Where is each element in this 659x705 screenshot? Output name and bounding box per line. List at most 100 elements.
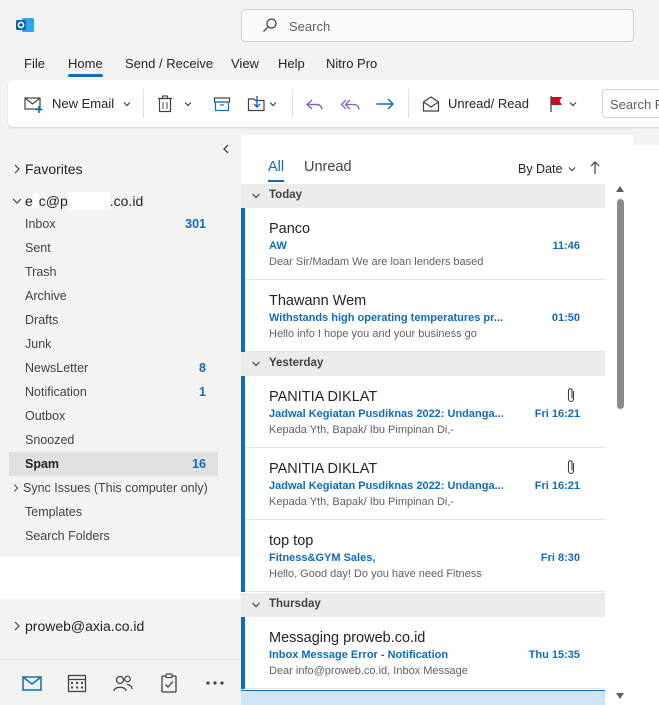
folder-templates[interactable]: Templates bbox=[9, 500, 218, 524]
folder-name: Sync Issues (This computer only) bbox=[23, 481, 208, 495]
message-item[interactable]: Messaging proweb.co.id Inbox Message Err… bbox=[241, 617, 605, 689]
message-list-scrollbar[interactable] bbox=[614, 185, 626, 705]
archive-icon bbox=[213, 96, 231, 111]
new-email-button[interactable]: New Email bbox=[24, 80, 132, 127]
ribbon-search-input[interactable]: Search P bbox=[602, 89, 659, 118]
reply-button[interactable] bbox=[305, 80, 325, 127]
tab-help[interactable]: Help bbox=[278, 56, 305, 71]
unread-count: 301 bbox=[185, 217, 206, 231]
folder-spam[interactable]: Spam 16 bbox=[9, 452, 218, 476]
tab-send-receive[interactable]: Send / Receive bbox=[125, 56, 213, 71]
folder-outbox[interactable]: Outbox bbox=[9, 404, 218, 428]
reply-all-icon bbox=[340, 99, 360, 110]
chevron-down-icon bbox=[252, 602, 260, 608]
title-bar: Search bbox=[0, 0, 659, 50]
group-header-yesterday[interactable]: Yesterday bbox=[241, 352, 605, 376]
tab-home[interactable]: Home bbox=[68, 56, 103, 77]
unread-count: 16 bbox=[192, 457, 206, 471]
chevron-down-icon[interactable] bbox=[268, 99, 278, 109]
folder-name: Archive bbox=[25, 289, 67, 303]
outlook-logo-icon[interactable] bbox=[16, 16, 34, 34]
message-subject: AW bbox=[269, 240, 287, 252]
folder-sync-issues[interactable]: Sync Issues (This computer only) bbox=[11, 481, 208, 495]
message-preview: Hello info I hope you and your business … bbox=[269, 328, 477, 340]
message-preview: Hello, Good day! Do you have need Fitnes… bbox=[269, 568, 482, 580]
chevron-down-icon[interactable] bbox=[568, 99, 578, 109]
message-item[interactable]: PANITIA DIKLAT Jadwal Kegiatan Pusdiknas… bbox=[241, 376, 605, 448]
people-icon[interactable] bbox=[112, 672, 134, 694]
archive-button[interactable] bbox=[213, 80, 231, 127]
folder-search-folders[interactable]: Search Folders bbox=[9, 524, 218, 548]
chevron-right-icon bbox=[14, 164, 20, 174]
move-button[interactable] bbox=[247, 80, 278, 127]
flag-button[interactable] bbox=[549, 80, 578, 127]
folder-pane: Favorites e c@p .co.id Inbox 301 Sent Trash… bbox=[0, 135, 240, 705]
message-item[interactable]: Panco AW 11:46 Dear Sir/Madam We are loa… bbox=[241, 208, 605, 280]
filter-unread-tab[interactable]: Unread bbox=[304, 159, 352, 175]
move-icon bbox=[247, 95, 265, 111]
message-subject: Jadwal Kegiatan Pusdiknas 2022: Undanga.… bbox=[269, 480, 504, 492]
delete-button[interactable] bbox=[156, 80, 193, 127]
folder-junk[interactable]: Junk bbox=[9, 332, 218, 356]
folder-snoozed[interactable]: Snoozed bbox=[9, 428, 218, 452]
message-list-pane: All Unread By Date Today Panco AW 11:46 … bbox=[241, 135, 633, 705]
message-sender: Messaging proweb.co.id bbox=[269, 630, 426, 646]
chevron-right-icon bbox=[13, 484, 19, 492]
reply-all-button[interactable] bbox=[340, 80, 362, 127]
account-header[interactable]: e c@p .co.id bbox=[11, 192, 143, 210]
group-header-today[interactable]: Today bbox=[241, 184, 605, 208]
redacted-block bbox=[67, 192, 110, 210]
scroll-thumb[interactable] bbox=[617, 199, 624, 409]
forward-button[interactable] bbox=[375, 80, 395, 127]
account-header-proweb[interactable]: proweb@axia.co.id bbox=[11, 618, 144, 634]
unread-indicator bbox=[241, 520, 245, 592]
folder-sent[interactable]: Sent bbox=[9, 236, 218, 260]
unread-read-button[interactable]: Unread/ Read bbox=[422, 80, 529, 127]
scroll-up-icon[interactable] bbox=[615, 185, 625, 193]
reading-pane-surface bbox=[633, 145, 659, 705]
folder-trash[interactable]: Trash bbox=[9, 260, 218, 284]
folder-archive[interactable]: Archive bbox=[9, 284, 218, 308]
group-label: Yesterday bbox=[269, 357, 324, 369]
tasks-icon[interactable] bbox=[158, 672, 180, 694]
folder-drafts[interactable]: Drafts bbox=[9, 308, 218, 332]
message-item[interactable]: top top Fitness&GYM Sales, Fri 8:30 Hell… bbox=[241, 520, 605, 592]
sort-direction-icon[interactable] bbox=[589, 160, 601, 176]
chevron-down-icon[interactable] bbox=[122, 99, 132, 109]
chevron-down-icon[interactable] bbox=[183, 99, 193, 109]
tab-view[interactable]: View bbox=[231, 56, 259, 71]
ribbon-divider bbox=[143, 89, 144, 118]
folder-inbox[interactable]: Inbox 301 bbox=[9, 212, 218, 236]
message-time: 11:46 bbox=[552, 240, 580, 252]
chevron-down-icon bbox=[252, 193, 260, 199]
folder-notification[interactable]: Notification 1 bbox=[9, 380, 218, 404]
message-item[interactable]: PANITIA DIKLAT Jadwal Kegiatan Pusdiknas… bbox=[241, 448, 605, 520]
account-name-start: e bbox=[25, 193, 33, 209]
message-preview: Dear Sir/Madam We are loan lenders based bbox=[269, 256, 484, 268]
tab-file[interactable]: File bbox=[24, 56, 45, 71]
new-email-icon bbox=[24, 96, 43, 113]
group-header-thursday[interactable]: Thursday bbox=[241, 593, 605, 617]
message-item[interactable]: Thawann Wem Withstands high operating te… bbox=[241, 280, 605, 352]
message-item-selected[interactable] bbox=[241, 690, 605, 705]
flag-icon bbox=[550, 95, 562, 112]
favorites-header[interactable]: Favorites bbox=[11, 161, 83, 177]
chevron-down-icon bbox=[252, 361, 260, 367]
unread-read-label: Unread/ Read bbox=[448, 96, 529, 111]
folder-newsletter[interactable]: NewsLetter 8 bbox=[9, 356, 218, 380]
envelope-open-icon bbox=[422, 95, 440, 112]
chevron-left-icon[interactable] bbox=[220, 143, 232, 155]
more-icon[interactable] bbox=[204, 672, 226, 694]
message-time: Thu 15:35 bbox=[528, 649, 580, 661]
folder-name: Junk bbox=[25, 337, 52, 351]
mail-icon[interactable] bbox=[21, 672, 43, 694]
tab-nitro-pro[interactable]: Nitro Pro bbox=[326, 56, 377, 71]
ribbon-divider bbox=[292, 89, 293, 118]
message-time: Fri 16:21 bbox=[534, 408, 580, 420]
account-name-mid: c@p bbox=[38, 193, 68, 209]
sort-by-dropdown[interactable]: By Date bbox=[518, 162, 577, 176]
filter-all-tab[interactable]: All bbox=[268, 159, 285, 182]
scroll-down-icon[interactable] bbox=[615, 692, 625, 700]
calendar-icon[interactable] bbox=[66, 672, 88, 694]
search-input[interactable]: Search bbox=[241, 9, 634, 42]
